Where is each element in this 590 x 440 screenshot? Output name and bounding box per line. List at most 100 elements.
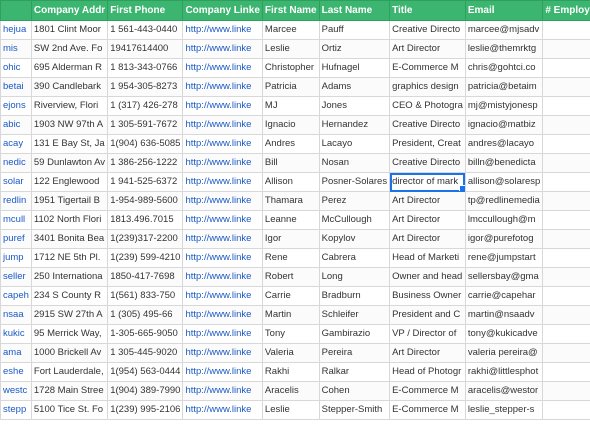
employees-cell[interactable]: 6: [542, 362, 590, 382]
employees-cell[interactable]: 3: [542, 229, 590, 249]
first-phone-cell[interactable]: 1 305-445-9020: [107, 343, 184, 363]
email-cell[interactable]: sellersbay@gma: [464, 267, 544, 287]
email-cell[interactable]: tp@redlinemedia: [464, 191, 544, 211]
company-linkedin-cell[interactable]: http://www.linke: [182, 39, 263, 59]
last-name-header[interactable]: Last Name: [318, 0, 391, 21]
title-cell[interactable]: VP / Director of: [389, 324, 466, 344]
last-name-cell[interactable]: Ortiz: [318, 39, 391, 59]
title-cell[interactable]: CEO & Photogra: [389, 96, 466, 116]
first-phone-cell[interactable]: 19417614400: [107, 39, 184, 59]
employees-cell[interactable]: 13: [542, 115, 590, 135]
employees-cell[interactable]: 15: [542, 39, 590, 59]
first-name-cell[interactable]: Valeria: [261, 343, 320, 363]
first-phone-cell[interactable]: 1(904) 636-5085: [107, 134, 184, 154]
company-address-cell[interactable]: 1712 NE 5th Pl.: [30, 248, 109, 268]
first-phone-cell[interactable]: 1(239) 599-4210: [107, 248, 184, 268]
first-phone-cell[interactable]: 1 561-443-0440: [107, 20, 184, 40]
first-name-cell[interactable]: Allison: [261, 172, 320, 192]
last-name-cell[interactable]: Stepper-Smith: [318, 400, 391, 420]
employees-cell[interactable]: 18: [542, 381, 590, 401]
title-cell[interactable]: Owner and head: [389, 267, 466, 287]
company-address-cell[interactable]: Riverview, Flori: [30, 96, 109, 116]
first-phone-cell[interactable]: 1 941-525-6372: [107, 172, 184, 192]
employees-cell[interactable]: 2: [542, 267, 590, 287]
first-name-cell[interactable]: Andres: [261, 134, 320, 154]
email-header[interactable]: Email: [464, 0, 544, 21]
company-address-cell[interactable]: 5100 Tice St. Fo: [30, 400, 109, 420]
website-cell[interactable]: hejua: [0, 20, 32, 40]
first-phone-cell[interactable]: 1 954-305-8273: [107, 77, 184, 97]
first-phone-header[interactable]: First Phone: [107, 0, 184, 21]
email-cell[interactable]: tony@kukicadve: [464, 324, 544, 344]
first-name-cell[interactable]: Patricia: [261, 77, 320, 97]
email-cell[interactable]: valeria pereira@: [464, 343, 544, 363]
company-linkedin-cell[interactable]: http://www.linke: [182, 343, 263, 363]
last-name-cell[interactable]: Schleifer: [318, 305, 391, 325]
first-name-cell[interactable]: Bill: [261, 153, 320, 173]
first-phone-cell[interactable]: 1 (305) 495-66: [107, 305, 184, 325]
employees-cell[interactable]: 130: [542, 400, 590, 420]
title-cell[interactable]: Art Director: [389, 343, 466, 363]
title-cell[interactable]: E-Commerce M: [389, 400, 466, 420]
title-cell[interactable]: graphics design: [389, 77, 466, 97]
last-name-cell[interactable]: Ralkar: [318, 362, 391, 382]
first-phone-cell[interactable]: 1 (317) 426-278: [107, 96, 184, 116]
last-name-cell[interactable]: Perez: [318, 191, 391, 211]
website-cell[interactable]: westc: [0, 381, 32, 401]
website-cell[interactable]: capeh: [0, 286, 32, 306]
title-cell[interactable]: E-Commerce M: [389, 58, 466, 78]
title-cell[interactable]: Art Director: [389, 39, 466, 59]
first-phone-cell[interactable]: 1 386-256-1222: [107, 153, 184, 173]
first-name-cell[interactable]: Igor: [261, 229, 320, 249]
email-cell[interactable]: lmccullough@m: [464, 210, 544, 230]
company-address-cell[interactable]: 131 E Bay St, Ja: [30, 134, 109, 154]
title-cell[interactable]: President and C: [389, 305, 466, 325]
company-linkedin-cell[interactable]: http://www.linke: [182, 229, 263, 249]
email-cell[interactable]: billn@benedicta: [464, 153, 544, 173]
employees-cell[interactable]: 3: [542, 172, 590, 192]
company-linkedin-cell[interactable]: http://www.linke: [182, 134, 263, 154]
first-name-cell[interactable]: Thamara: [261, 191, 320, 211]
website-cell[interactable]: seller: [0, 267, 32, 287]
company-address-header[interactable]: Company Addr: [30, 0, 109, 21]
company-linkedin-cell[interactable]: http://www.linke: [182, 58, 263, 78]
email-cell[interactable]: andres@lacayo: [464, 134, 544, 154]
company-linkedin-cell[interactable]: http://www.linke: [182, 324, 263, 344]
first-name-cell[interactable]: Aracelis: [261, 381, 320, 401]
email-cell[interactable]: carrie@capehar: [464, 286, 544, 306]
website-cell[interactable]: nsaa: [0, 305, 32, 325]
first-phone-cell[interactable]: 1-954-989-5600: [107, 191, 184, 211]
first-phone-cell[interactable]: 1(239) 995-2106: [107, 400, 184, 420]
company-linkedin-cell[interactable]: http://www.linke: [182, 77, 263, 97]
last-name-cell[interactable]: Long: [318, 267, 391, 287]
company-linkedin-cell[interactable]: http://www.linke: [182, 305, 263, 325]
title-header[interactable]: Title: [389, 0, 466, 21]
company-linkedin-cell[interactable]: http://www.linke: [182, 267, 263, 287]
website-cell[interactable]: ama: [0, 343, 32, 363]
first-name-cell[interactable]: MJ: [261, 96, 320, 116]
first-phone-cell[interactable]: 1813.496.7015: [107, 210, 184, 230]
first-phone-cell[interactable]: 1(954) 563-0444: [107, 362, 184, 382]
first-name-cell[interactable]: Christopher: [261, 58, 320, 78]
email-cell[interactable]: chris@gohtci.co: [464, 58, 544, 78]
company-address-cell[interactable]: 1102 North Flori: [30, 210, 109, 230]
first-name-cell[interactable]: Tony: [261, 324, 320, 344]
last-name-cell[interactable]: Gambirazio: [318, 324, 391, 344]
email-cell[interactable]: ignacio@matbiz: [464, 115, 544, 135]
website-cell[interactable]: mis: [0, 39, 32, 59]
selected-cell[interactable]: director of mark: [389, 172, 466, 192]
company-linkedin-cell[interactable]: http://www.linke: [182, 248, 263, 268]
company-address-cell[interactable]: 122 Englewood: [30, 172, 109, 192]
email-cell[interactable]: leslie@themrktg: [464, 39, 544, 59]
last-name-cell[interactable]: Lacayo: [318, 134, 391, 154]
company-linkedin-cell[interactable]: http://www.linke: [182, 96, 263, 116]
website-cell[interactable]: puref: [0, 229, 32, 249]
company-linkedin-cell[interactable]: http://www.linke: [182, 172, 263, 192]
first-phone-cell[interactable]: 1850-417-7698: [107, 267, 184, 287]
first-phone-cell[interactable]: 1(904) 389-7990: [107, 381, 184, 401]
last-name-cell[interactable]: Cohen: [318, 381, 391, 401]
email-cell[interactable]: marcee@mjsadv: [464, 20, 544, 40]
employees-cell[interactable]: 24: [542, 153, 590, 173]
first-name-cell[interactable]: Leanne: [261, 210, 320, 230]
title-cell[interactable]: Creative Directo: [389, 20, 466, 40]
